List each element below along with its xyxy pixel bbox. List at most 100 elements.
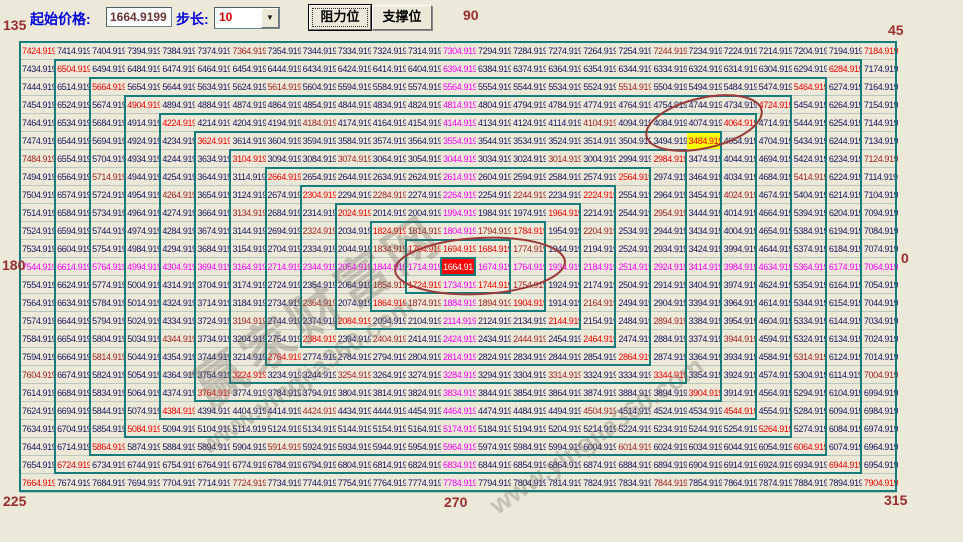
gann-cell[interactable]: 3294.9199 (476, 366, 512, 383)
gann-cell[interactable]: 5694.9199 (90, 132, 126, 149)
gann-cell[interactable]: 1974.9199 (511, 204, 547, 221)
gann-cell[interactable]: 4074.9199 (687, 114, 723, 131)
gann-cell[interactable]: 2564.9199 (616, 168, 652, 185)
gann-cell[interactable]: 3124.9199 (230, 186, 266, 203)
gann-cell[interactable]: 6234.9199 (827, 150, 863, 167)
gann-cell[interactable]: 3664.9199 (195, 204, 231, 221)
gann-cell[interactable]: 5374.9199 (792, 240, 828, 257)
gann-cell[interactable]: 4154.9199 (406, 114, 442, 131)
gann-cell[interactable]: 7744.9199 (301, 474, 337, 491)
gann-cell[interactable]: 7364.9199 (230, 42, 266, 59)
gann-cell[interactable]: 5344.9199 (792, 294, 828, 311)
gann-cell[interactable]: 7794.9199 (476, 474, 512, 491)
gann-cell[interactable]: 4114.9199 (546, 114, 582, 131)
gann-cell[interactable]: 4734.9199 (722, 96, 758, 113)
gann-cell[interactable]: 3884.9199 (616, 384, 652, 401)
gann-cell[interactable]: 3034.9199 (476, 150, 512, 167)
gann-cell[interactable]: 6654.9199 (55, 330, 91, 347)
gann-cell[interactable]: 3744.9199 (195, 348, 231, 365)
gann-cell[interactable]: 2374.9199 (301, 312, 337, 329)
gann-cell[interactable]: 6174.9199 (827, 258, 863, 275)
gann-cell[interactable]: 6274.9199 (827, 78, 863, 95)
gann-cell[interactable]: 4784.9199 (546, 96, 582, 113)
gann-cell[interactable]: 7374.9199 (195, 42, 231, 59)
gann-cell[interactable]: 4474.9199 (476, 402, 512, 419)
gann-cell[interactable]: 7564.9199 (20, 294, 56, 311)
gann-cell[interactable]: 6944.9199 (827, 456, 863, 473)
gann-cell[interactable]: 3174.9199 (230, 276, 266, 293)
gann-cell[interactable]: 2344.9199 (301, 258, 337, 275)
gann-cell[interactable]: 6604.9199 (55, 240, 91, 257)
gann-cell[interactable]: 5074.9199 (125, 402, 161, 419)
gann-cell[interactable]: 2764.9199 (266, 348, 302, 365)
gann-cell[interactable]: 7194.9199 (827, 42, 863, 59)
gann-cell[interactable]: 3964.9199 (722, 294, 758, 311)
gann-cell[interactable]: 3624.9199 (195, 132, 231, 149)
gann-cell[interactable]: 7674.9199 (55, 474, 91, 491)
gann-cell[interactable]: 6414.9199 (371, 60, 407, 77)
gann-cell[interactable]: 3934.9199 (722, 348, 758, 365)
gann-cell[interactable]: 3854.9199 (511, 384, 547, 401)
gann-cell[interactable]: 4814.9199 (441, 96, 477, 113)
gann-cell[interactable]: 5864.9199 (90, 438, 126, 455)
gann-cell[interactable]: 3784.9199 (266, 384, 302, 401)
gann-cell[interactable]: 3064.9199 (371, 150, 407, 167)
gann-cell[interactable]: 4394.9199 (195, 402, 231, 419)
gann-cell[interactable]: 2544.9199 (616, 204, 652, 221)
gann-cell[interactable]: 4084.9199 (651, 114, 687, 131)
gann-cell[interactable]: 5104.9199 (195, 420, 231, 437)
gann-cell[interactable]: 6554.9199 (55, 150, 91, 167)
gann-cell[interactable]: 7844.9199 (651, 474, 687, 491)
gann-cell[interactable]: 7854.9199 (687, 474, 723, 491)
gann-cell[interactable]: 4884.9199 (195, 96, 231, 113)
gann-cell[interactable]: 3094.9199 (266, 150, 302, 167)
gann-cell[interactable]: 4684.9199 (757, 168, 793, 185)
gann-cell[interactable]: 3634.9199 (195, 150, 231, 167)
gann-cell[interactable]: 4494.9199 (546, 402, 582, 419)
gann-cell[interactable]: 2734.9199 (266, 294, 302, 311)
gann-cell[interactable]: 7874.9199 (757, 474, 793, 491)
gann-cell[interactable]: 5184.9199 (476, 420, 512, 437)
gann-cell[interactable]: 3004.9199 (581, 150, 617, 167)
gann-cell[interactable]: 6904.9199 (687, 456, 723, 473)
gann-cell[interactable]: 5234.9199 (651, 420, 687, 437)
gann-cell[interactable]: 6854.9199 (511, 456, 547, 473)
gann-cell[interactable]: 7074.9199 (862, 240, 898, 257)
gann-cell[interactable]: 2324.9199 (301, 222, 337, 239)
gann-cell[interactable]: 2874.9199 (651, 348, 687, 365)
gann-cell[interactable]: 4284.9199 (160, 222, 196, 239)
gann-cell[interactable]: 4754.9199 (651, 96, 687, 113)
gann-cell[interactable]: 5524.9199 (581, 78, 617, 95)
gann-cell[interactable]: 5704.9199 (90, 150, 126, 167)
gann-cell[interactable]: 7664.9199 (20, 474, 56, 491)
gann-cell[interactable]: 6224.9199 (827, 168, 863, 185)
gann-cell[interactable]: 4354.9199 (160, 348, 196, 365)
gann-cell[interactable]: 3924.9199 (722, 366, 758, 383)
gann-cell[interactable]: 5974.9199 (476, 438, 512, 455)
gann-cell[interactable]: 2444.9199 (511, 330, 547, 347)
gann-cell[interactable]: 5714.9199 (90, 168, 126, 185)
gann-cell[interactable]: 4124.9199 (511, 114, 547, 131)
gann-cell[interactable]: 2944.9199 (651, 222, 687, 239)
gann-cell[interactable]: 6124.9199 (827, 348, 863, 365)
gann-cell[interactable]: 6594.9199 (55, 222, 91, 239)
gann-cell[interactable]: 3194.9199 (230, 312, 266, 329)
gann-cell[interactable]: 1984.9199 (476, 204, 512, 221)
gann-cell[interactable]: 3914.9199 (722, 384, 758, 401)
gann-cell[interactable]: 3794.9199 (301, 384, 337, 401)
gann-cell[interactable]: 7294.9199 (476, 42, 512, 59)
gann-cell[interactable]: 5944.9199 (371, 438, 407, 455)
gann-cell[interactable]: 7224.9199 (722, 42, 758, 59)
gann-cell[interactable]: 6054.9199 (757, 438, 793, 455)
gann-cell[interactable]: 2464.9199 (581, 330, 617, 347)
gann-cell[interactable]: 5354.9199 (792, 276, 828, 293)
gann-cell[interactable]: 4894.9199 (160, 96, 196, 113)
gann-cell[interactable]: 7124.9199 (862, 150, 898, 167)
gann-cell[interactable]: 4994.9199 (125, 258, 161, 275)
gann-cell[interactable]: 3264.9199 (371, 366, 407, 383)
gann-cell[interactable]: 3904.9199 (687, 384, 723, 401)
gann-cell[interactable]: 5434.9199 (792, 132, 828, 149)
gann-cell[interactable]: 4674.9199 (757, 186, 793, 203)
gann-cell[interactable]: 3024.9199 (511, 150, 547, 167)
gann-cell[interactable]: 5774.9199 (90, 276, 126, 293)
